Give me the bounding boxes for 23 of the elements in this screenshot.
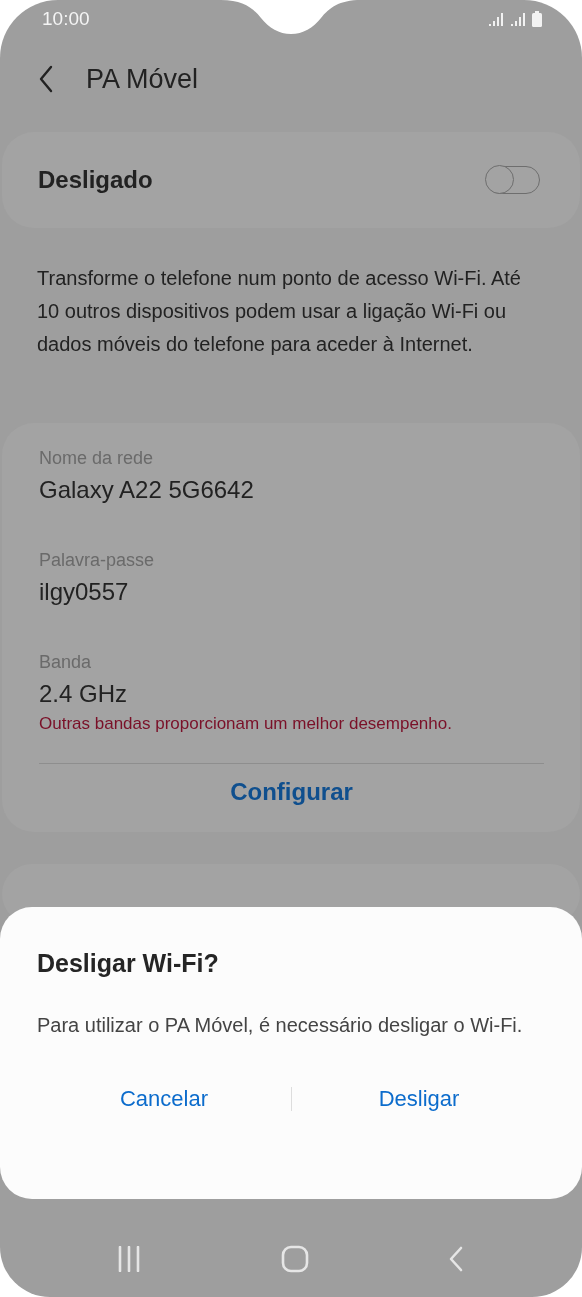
battery-icon xyxy=(532,11,542,27)
switch-label: Desligado xyxy=(38,166,153,194)
field-value: 2.4 GHz xyxy=(39,679,129,709)
field-label: Nome da rede xyxy=(39,447,155,470)
field-label: Banda xyxy=(39,651,93,674)
back-icon xyxy=(448,1245,464,1273)
field-value: Galaxy A22 5G6642 xyxy=(39,475,255,505)
recent-apps-icon xyxy=(116,1246,142,1272)
dialog-title: Desligar Wi-Fi? xyxy=(37,949,220,978)
status-time: 10:00 xyxy=(42,8,90,30)
back-icon xyxy=(38,65,54,93)
dialog-button[interactable]: Cancelar xyxy=(37,1078,291,1120)
dialog-message: Para utilizar o PA Móvel, é necessário desligar o Wi-Fi. xyxy=(37,1013,524,1038)
field-label: Palavra-passe xyxy=(39,549,156,572)
screen-title: PA Móvel xyxy=(86,63,199,95)
description-text: Transforme o telefone num ponto de acesso Wi-Fi. Até 10 outros dispositivos podem usar a ligação Wi-Fi ou dados móveis do telefone para aceder à Internet. xyxy=(37,266,522,357)
home-icon xyxy=(281,1245,309,1273)
field-value: ilgy0557 xyxy=(39,577,130,607)
signal-icon xyxy=(488,12,504,26)
warning-text: Outras bandas proporcionam um melhor desempenho. xyxy=(39,713,453,735)
signal-icon xyxy=(510,12,526,26)
dialog-button[interactable]: Desligar xyxy=(292,1078,546,1120)
configure-button[interactable]: Configurar xyxy=(210,764,373,832)
